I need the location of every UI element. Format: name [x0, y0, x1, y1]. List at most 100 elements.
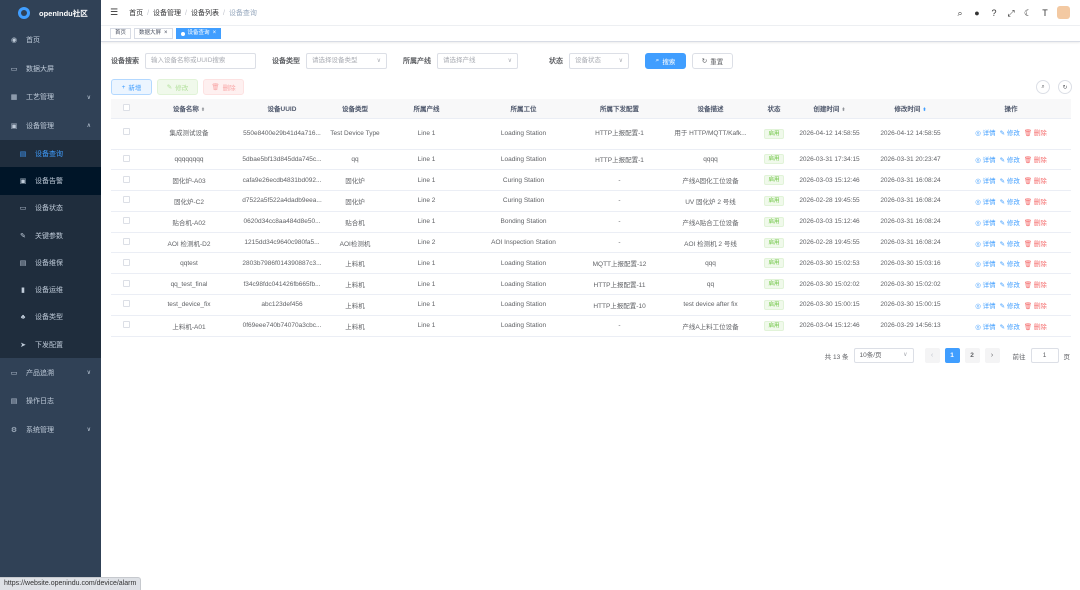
row-select[interactable]	[111, 294, 141, 316]
menu-item-oplog[interactable]: ▤ 操作日志	[0, 387, 101, 416]
edit-link[interactable]: ✎ 修改	[1000, 199, 1020, 206]
header-name[interactable]: 设备名称 ⬍	[141, 99, 237, 119]
page-1-button[interactable]: 1	[944, 348, 960, 363]
menu-item-system[interactable]: ⚙ 系统管理 ∨	[0, 415, 101, 444]
menu-item-trace[interactable]: ▭ 产品追溯 ∨	[0, 358, 101, 387]
delete-link[interactable]: 🗑 删除	[1024, 220, 1047, 227]
checkbox[interactable]	[122, 217, 130, 225]
toggle-search-button[interactable]: ⌕	[1036, 80, 1050, 94]
next-page-button[interactable]: ›	[984, 348, 1000, 363]
delete-link[interactable]: 🗑 删除	[1024, 178, 1047, 185]
type-select[interactable]: 请选择设备类型 ∨	[306, 52, 387, 69]
row-select[interactable]	[111, 315, 141, 337]
tag-home[interactable]: 首页	[110, 28, 132, 39]
add-button[interactable]: + 新增	[111, 79, 152, 95]
submenu-item-key-params[interactable]: ✎ 关键参数	[0, 222, 101, 249]
close-icon[interactable]: ×	[213, 29, 217, 38]
row-select[interactable]	[111, 169, 141, 192]
delete-link[interactable]: 🗑 删除	[1024, 303, 1047, 310]
detail-link[interactable]: ◎ 详情	[975, 282, 995, 289]
row-select[interactable]	[111, 211, 141, 233]
submenu-item-send-config[interactable]: ➤ 下发配置	[0, 331, 101, 358]
delete-link[interactable]: 🗑 删除	[1024, 157, 1047, 164]
breadcrumb-device-mgmt[interactable]: 设备管理	[153, 10, 181, 17]
page-size-select[interactable]: 10条/页 ∨	[853, 348, 914, 363]
menu-item-device[interactable]: ▣ 设备管理 ∧	[0, 112, 101, 141]
edit-link[interactable]: ✎ 修改	[1000, 261, 1020, 268]
menu-item-process[interactable]: ▦ 工艺管理 ∨	[0, 83, 101, 112]
search-input[interactable]: 输入设备名称或UUID搜索	[145, 52, 256, 69]
row-select[interactable]	[111, 232, 141, 254]
submenu-item-device-status[interactable]: ▭ 设备状态	[0, 195, 101, 222]
edit-link[interactable]: ✎ 修改	[1000, 130, 1020, 137]
github-icon[interactable]: ●	[972, 8, 982, 18]
edit-link[interactable]: ✎ 修改	[1000, 178, 1020, 185]
sort-icon[interactable]: ⬍	[922, 107, 926, 113]
delete-link[interactable]: 🗑 删除	[1024, 130, 1047, 137]
hamburger-icon[interactable]: ☰	[110, 7, 118, 18]
row-select[interactable]	[111, 190, 141, 212]
edit-button[interactable]: ✎ 修改	[157, 79, 198, 95]
delete-link[interactable]: 🗑 删除	[1024, 261, 1047, 268]
submenu-item-device-query[interactable]: ▤ 设备查询	[0, 140, 101, 167]
menu-item-home[interactable]: ◉ 首页	[0, 26, 101, 55]
detail-link[interactable]: ◎ 详情	[975, 303, 995, 310]
edit-link[interactable]: ✎ 修改	[1000, 241, 1020, 248]
detail-link[interactable]: ◎ 详情	[975, 261, 995, 268]
search-button[interactable]: ⌕ 搜索	[645, 52, 686, 69]
detail-link[interactable]: ◎ 详情	[975, 199, 995, 206]
delete-link[interactable]: 🗑 删除	[1024, 241, 1047, 248]
edit-link[interactable]: ✎ 修改	[1000, 324, 1020, 331]
breadcrumb-home[interactable]: 首页	[129, 10, 143, 17]
avatar[interactable]	[1057, 6, 1070, 19]
detail-link[interactable]: ◎ 详情	[975, 130, 995, 137]
reset-button[interactable]: ↻ 重置	[692, 52, 733, 69]
edit-link[interactable]: ✎ 修改	[1000, 303, 1020, 310]
delete-button[interactable]: 🗑 删除	[203, 79, 244, 95]
edit-link[interactable]: ✎ 修改	[1000, 157, 1020, 164]
search-icon[interactable]: ⌕	[955, 8, 965, 18]
delete-link[interactable]: 🗑 删除	[1024, 324, 1047, 331]
detail-link[interactable]: ◎ 详情	[975, 220, 995, 227]
page-2-button[interactable]: 2	[964, 348, 980, 363]
submenu-item-device-alarm[interactable]: ▣ 设备告警	[0, 167, 101, 195]
edit-link[interactable]: ✎ 修改	[1000, 220, 1020, 227]
checkbox[interactable]	[122, 196, 130, 204]
row-select[interactable]	[111, 273, 141, 296]
status-select[interactable]: 设备状态 ∨	[569, 52, 629, 69]
menu-item-bigscreen[interactable]: ▭ 数据大屏	[0, 55, 101, 84]
breadcrumb-device-list[interactable]: 设备列表	[191, 10, 219, 17]
edit-link[interactable]: ✎ 修改	[1000, 282, 1020, 289]
detail-link[interactable]: ◎ 详情	[975, 178, 995, 185]
sort-icon[interactable]: ⬍	[201, 107, 205, 113]
checkbox[interactable]	[122, 128, 130, 135]
checkbox[interactable]	[122, 279, 130, 287]
checkbox[interactable]	[122, 238, 130, 246]
header-select-all[interactable]	[111, 99, 141, 119]
fullscreen-icon[interactable]: ⤢	[1006, 8, 1016, 18]
tag-device-query[interactable]: 设备查询 ×	[175, 28, 222, 39]
detail-link[interactable]: ◎ 详情	[975, 324, 995, 331]
submenu-item-maintenance[interactable]: ▤ 设备维保	[0, 249, 101, 276]
detail-link[interactable]: ◎ 详情	[975, 157, 995, 164]
row-select[interactable]	[111, 149, 141, 171]
submenu-item-device-type[interactable]: ♣ 设备类型	[0, 304, 101, 331]
checkbox[interactable]	[122, 154, 130, 162]
checkbox[interactable]	[122, 300, 130, 308]
checkbox[interactable]	[122, 258, 130, 266]
checkbox[interactable]	[122, 175, 130, 183]
header-created[interactable]: 创建时间 ⬍	[789, 99, 870, 119]
row-select[interactable]	[111, 118, 141, 150]
delete-link[interactable]: 🗑 删除	[1024, 282, 1047, 289]
close-icon[interactable]: ×	[164, 29, 168, 38]
brand-logo[interactable]: openIndu社区	[0, 0, 101, 26]
prev-page-button[interactable]: ‹	[924, 348, 940, 363]
header-modified[interactable]: 修改时间 ⬍	[870, 99, 951, 119]
sort-icon[interactable]: ⬍	[841, 107, 845, 113]
detail-link[interactable]: ◎ 详情	[975, 241, 995, 248]
delete-link[interactable]: 🗑 删除	[1024, 199, 1047, 206]
submenu-item-operations[interactable]: ▮ 设备运维	[0, 276, 101, 303]
row-select[interactable]	[111, 252, 141, 275]
theme-toggle-icon[interactable]: ☾	[1023, 8, 1033, 18]
refresh-button[interactable]: ↻	[1058, 80, 1072, 94]
